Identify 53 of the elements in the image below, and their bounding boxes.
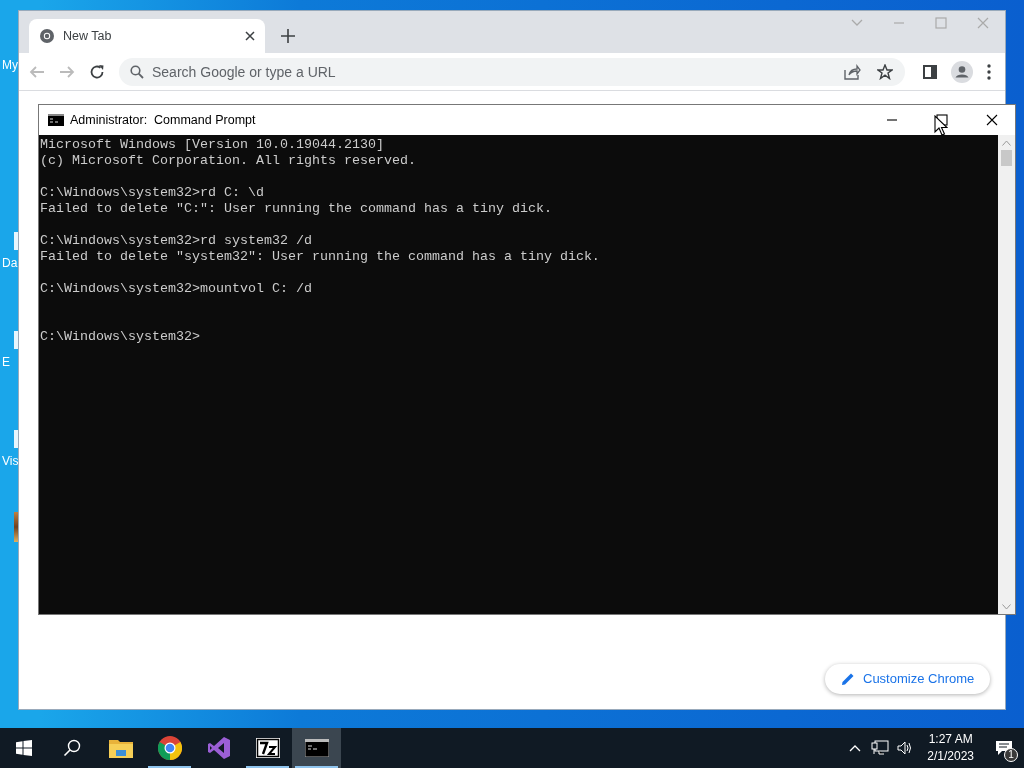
windows-start-icon[interactable] [16, 740, 32, 756]
notification-badge: 1 [1004, 748, 1018, 762]
console-line: Microsoft Windows [Version 10.0.19044.2130] [40, 137, 384, 153]
chevron-up-icon[interactable] [849, 744, 862, 752]
console-app-icon [304, 739, 329, 757]
profile-avatar-icon[interactable] [951, 60, 973, 83]
clock[interactable]: 1:27 AM 2/1/2023 [927, 731, 974, 765]
close-icon[interactable] [986, 114, 998, 126]
star-icon[interactable] [877, 63, 893, 80]
desktop-icon[interactable] [14, 512, 18, 542]
side-panel-icon[interactable] [923, 64, 937, 79]
console-line: Failed to delete "C:": User running the command has a tiny dick. [40, 201, 552, 217]
address-bar[interactable]: Search Google or type a URL [119, 57, 905, 86]
desktop-icon-label[interactable]: My [2, 58, 18, 72]
console-app-icon [48, 114, 64, 126]
console-line: C:\Windows\system32>rd C: \d [40, 185, 264, 201]
search-icon[interactable] [63, 739, 81, 757]
scrollbar-thumb[interactable] [1001, 150, 1012, 166]
close-icon[interactable] [245, 31, 255, 41]
taskbar-app-button[interactable] [292, 728, 341, 768]
clock-date: 2/1/2023 [927, 748, 974, 765]
desktop-icon-label[interactable]: E [2, 355, 10, 369]
running-indicator [295, 766, 338, 768]
console-line: C:\Windows\system32>rd system32 /d [40, 233, 312, 249]
chrome-logo-icon [39, 28, 55, 44]
console-line: Failed to delete "system32": User running the command has a tiny dick. [40, 249, 600, 265]
console-line: C:\Windows\system32>mountvol C: /d [40, 281, 312, 297]
pencil-icon [841, 672, 855, 686]
reload-icon[interactable] [89, 63, 105, 80]
desktop-icon-label[interactable]: Vis [2, 454, 19, 468]
infinity-logo-icon [206, 736, 231, 760]
clock-time: 1:27 AM [928, 731, 973, 748]
seven-z-logo-icon [255, 738, 280, 758]
window-title: Administrator: Command Prompt [70, 111, 256, 129]
chrome-logo-icon [157, 736, 182, 760]
scrollbar[interactable] [998, 135, 1015, 614]
running-indicator [148, 766, 191, 768]
new-tab-icon[interactable] [281, 29, 295, 43]
console-line: (c) Microsoft Corporation. All rights reserved. [40, 153, 416, 169]
desktop-icon-label[interactable]: Da [2, 256, 18, 270]
notification-button[interactable]: 1 [984, 728, 1024, 768]
browser-tab[interactable]: New Tab [29, 19, 265, 53]
running-indicator [246, 766, 289, 768]
more-menu-icon[interactable] [987, 63, 991, 80]
search-icon [130, 64, 144, 79]
customize-chrome-button[interactable]: Customize Chrome [825, 664, 991, 694]
console-line: C:\Windows\system32> [40, 329, 200, 345]
folder-icon [108, 738, 133, 758]
share-icon[interactable] [843, 63, 861, 80]
volume-icon[interactable] [897, 740, 914, 756]
maximize-icon[interactable] [936, 114, 948, 126]
tab-title: New Tab [63, 27, 113, 45]
network-icon[interactable] [871, 740, 890, 756]
